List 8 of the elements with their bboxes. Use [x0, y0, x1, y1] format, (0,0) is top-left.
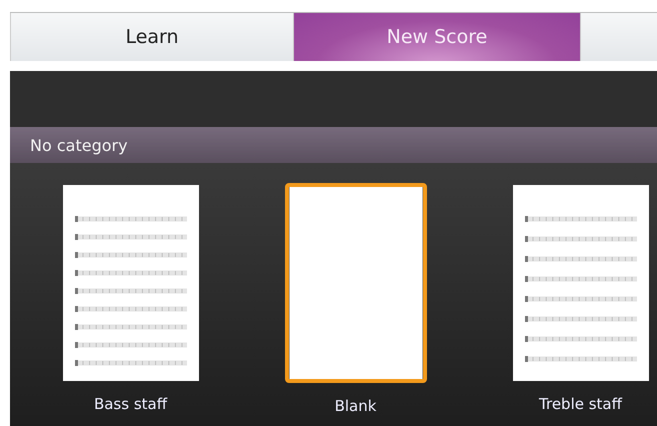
tab[interactable]: Learn [10, 13, 293, 61]
template-label: Treble staff [539, 395, 622, 413]
template-label: Blank [334, 397, 376, 415]
category-title: No category [30, 136, 128, 154]
score-thumbnail[interactable] [284, 183, 426, 383]
score-thumbnail[interactable] [62, 185, 198, 381]
template-label: Bass staff [94, 395, 168, 413]
score-thumbnail[interactable] [512, 185, 648, 381]
